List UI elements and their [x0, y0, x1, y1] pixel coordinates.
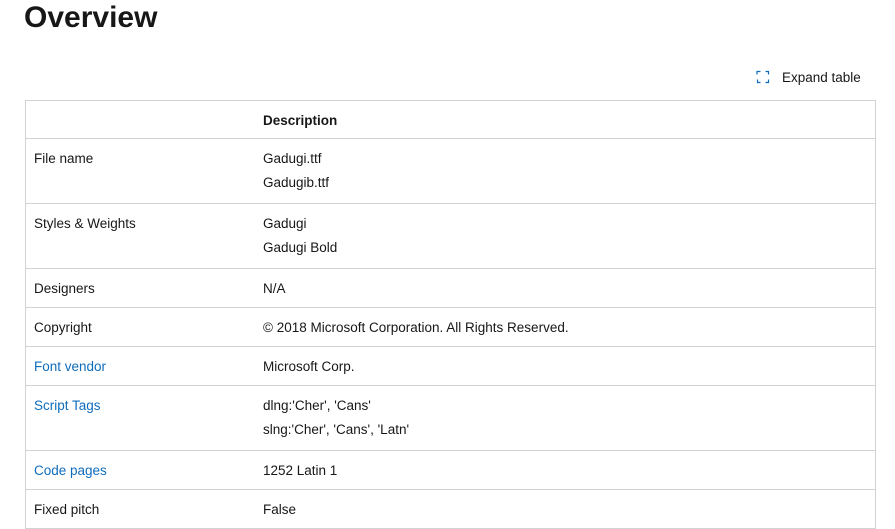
row-label-cell: Script Tags: [26, 385, 263, 450]
row-label: Designers: [34, 280, 95, 296]
table-header-row: Description: [26, 101, 875, 138]
table-row: Font vendor Microsoft Corp.: [26, 346, 875, 385]
row-value: Gadugi Bold: [263, 239, 338, 255]
row-value: © 2018 Microsoft Corporation. All Rights…: [263, 319, 569, 335]
row-label-link[interactable]: Font vendor: [34, 359, 106, 374]
row-label-link[interactable]: Script Tags: [34, 398, 101, 413]
row-value-cell: False: [263, 489, 875, 528]
row-value: Gadugib.ttf: [263, 174, 330, 190]
row-value: 1252 Latin 1: [263, 462, 338, 478]
column-header-property: [26, 101, 263, 138]
row-value: Microsoft Corp.: [263, 358, 355, 374]
row-label-cell: Font vendor: [26, 346, 263, 385]
table-row: Fixed pitch False: [26, 489, 875, 528]
row-value-cell: © 2018 Microsoft Corporation. All Rights…: [263, 307, 875, 346]
row-label-link[interactable]: Code pages: [34, 463, 107, 478]
row-value-cell: Microsoft Corp.: [263, 346, 875, 385]
row-value: Gadugi.ttf: [263, 150, 322, 166]
row-value-cell: dlng:'Cher', 'Cans' slng:'Cher', 'Cans', …: [263, 385, 875, 450]
expand-table-button[interactable]: Expand table: [756, 66, 861, 88]
table-row: Script Tags dlng:'Cher', 'Cans' slng:'Cher…: [26, 385, 875, 450]
row-label-cell: Copyright: [26, 307, 263, 346]
table-row: Styles & Weights Gadugi Gadugi Bold: [26, 203, 875, 268]
row-label: Styles & Weights: [34, 215, 136, 231]
table-row: Code pages 1252 Latin 1: [26, 450, 875, 489]
row-value-cell: N/A: [263, 268, 875, 307]
row-value: False: [263, 501, 297, 517]
row-label: File name: [34, 150, 94, 166]
row-value: N/A: [263, 280, 286, 296]
row-value-cell: Gadugi Gadugi Bold: [263, 203, 875, 268]
row-value: slng:'Cher', 'Cans', 'Latn': [263, 421, 410, 437]
row-value: Gadugi: [263, 215, 307, 231]
table-row: File name Gadugi.ttf Gadugib.ttf: [26, 138, 875, 203]
row-label-cell: Styles & Weights: [26, 203, 263, 268]
table-row: Copyright © 2018 Microsoft Corporation. A…: [26, 307, 875, 346]
page-title: Overview: [24, 1, 158, 34]
column-header-description: Description: [263, 113, 338, 128]
row-value-cell: Gadugi.ttf Gadugib.ttf: [263, 138, 875, 203]
table-row: Designers N/A: [26, 268, 875, 307]
row-label-cell: Code pages: [26, 450, 263, 489]
row-label-cell: Designers: [26, 268, 263, 307]
row-value-cell: 1252 Latin 1: [263, 450, 875, 489]
row-label-cell: File name: [26, 138, 263, 203]
row-value: dlng:'Cher', 'Cans': [263, 397, 371, 413]
expand-table-label: Expand table: [782, 69, 861, 85]
row-label-cell: Fixed pitch: [26, 489, 263, 528]
overview-table: Description File name Gadugi.ttf Gadugib.t…: [25, 100, 876, 529]
row-label: Fixed pitch: [34, 501, 100, 517]
expand-icon: [756, 70, 770, 84]
row-label: Copyright: [34, 319, 92, 335]
